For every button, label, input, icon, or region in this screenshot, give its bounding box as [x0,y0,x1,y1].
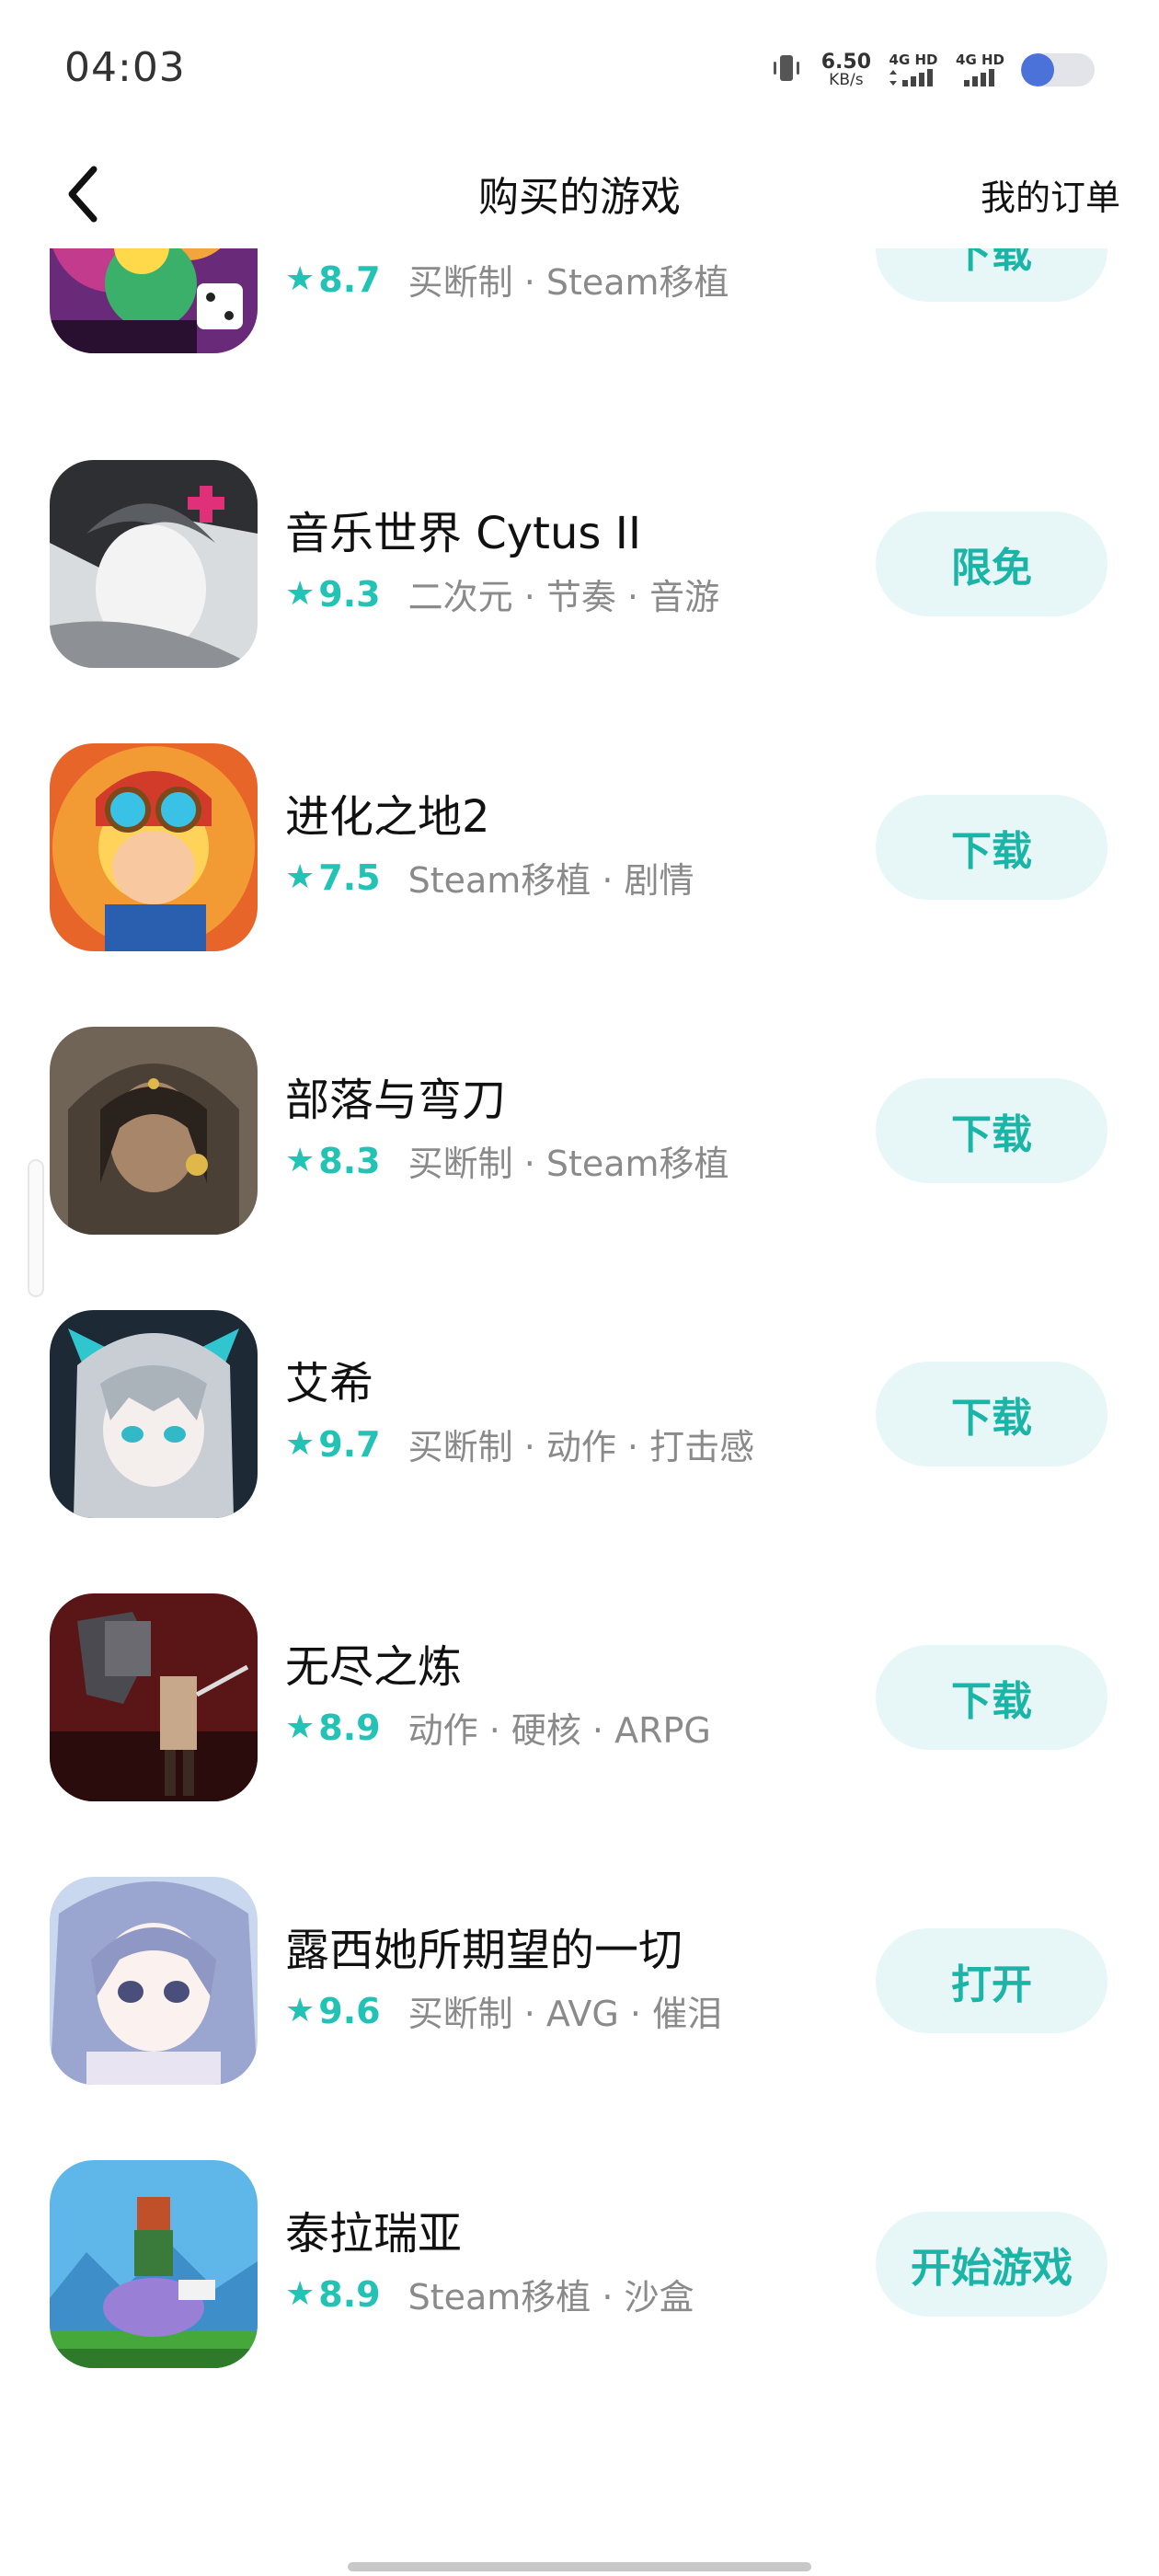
list-item[interactable]: 露西她所期望的一切 ★ 9.6 买断制 · AVG · 催泪 打开 [0,1877,1159,2088]
star-icon: ★ [285,858,316,896]
game-icon [50,1877,258,2085]
sim1-signal: 4G HD [888,51,939,87]
game-icon [50,1027,258,1235]
home-indicator[interactable] [348,2562,811,2571]
star-icon: ★ [285,575,316,613]
nav-bar: 购买的游戏 我的订单 [0,138,1159,248]
net-speed-unit: KB/s [829,70,864,89]
rating-value: 7.5 [318,857,381,898]
sim1-label: 4G HD [889,51,938,68]
game-name: 艾希 [285,1358,374,1409]
net-speed-value: 6.50 [820,50,872,74]
download-button[interactable]: 下载 [876,1362,1107,1466]
game-tags: 买断制 · 动作 · 打击感 [407,1427,755,1467]
vibrate-icon [768,50,805,90]
star-icon: ★ [285,260,316,298]
game-name: 部落与弯刀 [285,1075,507,1126]
start-game-button[interactable]: 开始游戏 [876,2212,1107,2317]
game-rating: ★ 9.7 [285,1424,381,1465]
game-rating: ★ 8.3 [285,1141,381,1181]
game-icon [50,1593,258,1801]
game-rating: ★ 9.3 [285,574,381,615]
game-meta: ★ 8.3 买断制 · Steam移植 [285,1135,729,1186]
game-name: 无尽之炼 [285,1641,463,1693]
free-button[interactable]: 限免 [876,512,1107,616]
game-icon [50,1310,258,1518]
sim2-label: 4G HD [956,51,1004,68]
game-meta: ★ 8.9 动作 · 硬核 · ARPG [285,1702,711,1753]
list-item[interactable]: 进化之地2 ★ 7.5 Steam移植 · 剧情 下载 [0,743,1159,955]
game-rating: ★ 7.5 [285,857,381,898]
my-orders-link[interactable]: 我的订单 [981,169,1120,220]
download-button[interactable]: 下载 [876,1645,1107,1750]
rating-value: 9.3 [318,573,381,615]
download-button[interactable]: 下载 [876,795,1107,900]
list-item[interactable]: 泰拉瑞亚 ★ 8.9 Steam移植 · 沙盒 开始游戏 [0,2160,1159,2372]
open-button[interactable]: 打开 [876,1928,1107,2033]
list-item[interactable]: 无尽之炼 ★ 8.9 动作 · 硬核 · ARPG 下载 [0,1593,1159,1805]
battery-level [1021,53,1054,86]
list-item[interactable]: 艾希 ★ 9.7 买断制 · 动作 · 打击感 下载 [0,1310,1159,1522]
signal-bars-icon [963,68,994,86]
sim2-signal: 4G HD [956,51,1004,87]
status-time: 04:03 [64,44,186,91]
signal-bars-icon [889,68,934,86]
scrollbar[interactable] [28,1159,44,1297]
game-tags: 买断制 · Steam移植 [407,1144,729,1184]
star-icon: ★ [285,1708,316,1746]
game-name: 泰拉瑞亚 [285,2208,463,2260]
game-tags: 买断制 · Steam移植 [407,262,729,303]
game-tags: 动作 · 硬核 · ARPG [407,1710,711,1751]
rating-value: 9.6 [318,1990,381,2031]
star-icon: ★ [285,1992,316,2030]
game-rating: ★ 9.6 [285,1991,381,2031]
rating-value: 8.3 [318,1140,381,1181]
game-tags: 二次元 · 节奏 · 音游 [407,577,720,617]
game-meta: ★ 8.9 Steam移植 · 沙盒 [285,2269,694,2319]
game-tags: Steam移植 · 剧情 [407,860,694,901]
rating-value: 8.9 [318,2273,381,2315]
game-rating: ★ 8.7 [285,259,381,300]
net-speed: 6.50 KB/s [821,52,871,88]
download-button[interactable]: 下载 [876,1078,1107,1183]
rating-value: 8.9 [318,1707,381,1748]
game-icon [50,743,258,951]
game-meta: ★ 9.6 买断制 · AVG · 催泪 [285,1985,722,2036]
status-icons: 6.50 KB/s 4G HD 4G HD [768,48,1095,92]
game-meta: ★ 9.7 买断制 · 动作 · 打击感 [285,1419,754,1469]
game-icon [50,2160,258,2368]
game-tags: 买断制 · AVG · 催泪 [407,1994,723,2034]
rating-value: 9.7 [318,1423,381,1465]
game-meta: ★ 9.3 二次元 · 节奏 · 音游 [285,569,719,619]
status-bar: 04:03 6.50 KB/s 4G HD 4G HD [0,0,1159,138]
game-icon [50,460,258,668]
list-item[interactable]: 音乐世界 Cytus II ★ 9.3 二次元 · 节奏 · 音游 限免 [0,460,1159,672]
game-name: 音乐世界 Cytus II [285,508,642,559]
game-meta: ★ 8.7 买断制 · Steam移植 [285,254,729,305]
star-icon: ★ [285,1142,316,1179]
star-icon: ★ [285,1425,316,1463]
rating-value: 8.7 [318,259,381,300]
battery-icon [1021,53,1095,86]
game-rating: ★ 8.9 [285,2274,381,2315]
game-meta: ★ 7.5 Steam移植 · 剧情 [285,852,694,903]
list-item[interactable]: 部落与弯刀 ★ 8.3 买断制 · Steam移植 下载 [0,1027,1159,1238]
star-icon: ★ [285,2275,316,2313]
game-rating: ★ 8.9 [285,1708,381,1748]
game-name: 露西她所期望的一切 [285,1925,683,1976]
game-tags: Steam移植 · 沙盒 [407,2277,694,2317]
game-name: 进化之地2 [285,791,490,843]
